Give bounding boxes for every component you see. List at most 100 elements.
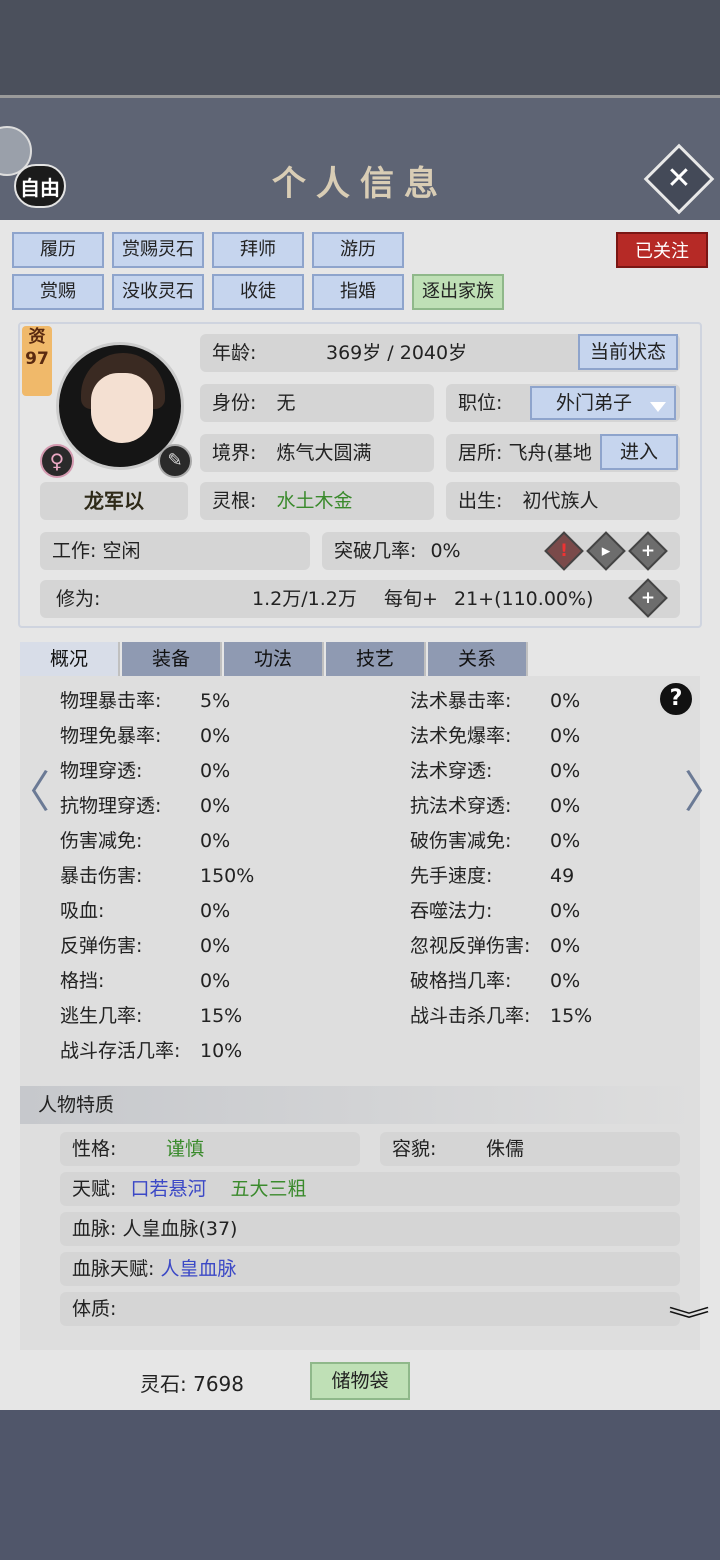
stat-label: 法术免爆率:: [410, 725, 512, 747]
reward-button[interactable]: 赏赐: [12, 274, 104, 310]
looks-label: 容貌:: [392, 1138, 437, 1160]
stat-label: 先手速度:: [410, 865, 493, 887]
breakthrough-value: 0%: [430, 540, 461, 562]
birth-value: 初代族人: [522, 490, 599, 512]
stat-label: 格挡:: [60, 970, 105, 992]
stat-value: 0%: [200, 935, 231, 957]
chevron-down-icon: [650, 402, 666, 412]
stat-value: 0%: [550, 970, 581, 992]
tab-overview[interactable]: 概况: [20, 642, 120, 676]
spirit-root-value: 水土木金: [276, 490, 353, 512]
avatar-face: [91, 373, 153, 443]
female-icon: ♀: [40, 444, 74, 478]
stat-value: 15%: [200, 1005, 243, 1027]
tab-equipment[interactable]: 装备: [122, 642, 222, 676]
stat-value: 5%: [200, 690, 231, 712]
spirit-root-row: 灵根: 水土木金: [200, 482, 434, 520]
stat-value: 0%: [200, 830, 231, 852]
stat-label: 反弹伤害:: [60, 935, 143, 957]
arrange-marriage-button[interactable]: 指婚: [312, 274, 404, 310]
personality-label: 性格:: [72, 1138, 117, 1160]
physique-label: 体质:: [72, 1298, 117, 1320]
stat-label: 法术穿透:: [410, 760, 493, 782]
stat-label: 抗物理穿透:: [60, 795, 162, 817]
travel-button[interactable]: 游历: [312, 232, 404, 268]
talent-1[interactable]: 口若悬河: [130, 1178, 206, 1200]
tab-skills[interactable]: 功法: [224, 642, 324, 676]
confiscate-stone-button[interactable]: 没收灵石: [112, 274, 204, 310]
tab-crafts[interactable]: 技艺: [326, 642, 426, 676]
bloodline-talent-value[interactable]: 人皇血脉: [160, 1258, 236, 1280]
personality-value: 谨慎: [166, 1138, 205, 1160]
traits-header: 人物特质: [20, 1086, 700, 1124]
reward-stone-button[interactable]: 赏赐灵石: [112, 232, 204, 268]
stat-value: 0%: [550, 690, 581, 712]
stat-label: 物理暴击率:: [60, 690, 162, 712]
position-value: 外门弟子: [556, 392, 633, 414]
cultivation-label: 修为:: [56, 588, 101, 610]
top-background: [0, 0, 720, 95]
prev-arrow-icon[interactable]: 〈: [6, 756, 50, 820]
position-select[interactable]: 外门弟子: [530, 386, 676, 420]
residence-value: 飞舟(基地: [508, 442, 592, 464]
stat-label: 物理穿透:: [60, 760, 143, 782]
stat-label: 破伤害减免:: [410, 830, 512, 852]
identity-value: 无: [276, 392, 296, 414]
looks-value: 侏儒: [486, 1138, 525, 1160]
enter-button[interactable]: 进入: [600, 434, 678, 470]
header: 自由 个人信息 ✕: [0, 95, 720, 220]
stat-label: 逃生几率:: [60, 1005, 143, 1027]
storage-bag-button[interactable]: 储物袋: [310, 1362, 410, 1400]
stat-value: 0%: [200, 725, 231, 747]
stat-value: 0%: [200, 760, 231, 782]
current-status-button[interactable]: 当前状态: [578, 334, 678, 370]
history-button[interactable]: 履历: [12, 232, 104, 268]
apprentice-button[interactable]: 拜师: [212, 232, 304, 268]
chevron-down-icon[interactable]: ︾: [668, 1300, 710, 1337]
stat-value: 49: [550, 865, 575, 887]
realm-label: 境界:: [212, 442, 257, 464]
physique-row: 体质:: [60, 1292, 680, 1326]
stat-value: 0%: [550, 900, 581, 922]
stat-label: 破格挡几率:: [410, 970, 512, 992]
looks-row: 容貌: 侏儒: [380, 1132, 680, 1166]
stat-value: 15%: [550, 1005, 593, 1027]
stat-value: 0%: [550, 725, 581, 747]
birth-row: 出生: 初代族人: [446, 482, 680, 520]
aptitude-label: 资: [28, 327, 46, 347]
talent-2[interactable]: 五大三粗: [231, 1178, 307, 1200]
stat-label: 忽视反弹伤害:: [410, 935, 531, 957]
per-turn-value: 21+(110.00%): [454, 588, 594, 610]
take-disciple-button[interactable]: 收徒: [212, 274, 304, 310]
tab-relations[interactable]: 关系: [428, 642, 528, 676]
work-label: 工作:: [52, 540, 97, 562]
expel-button[interactable]: 逐出家族: [412, 274, 504, 310]
bloodline-talent-label: 血脉天赋:: [72, 1258, 155, 1280]
aptitude-value: 97: [25, 349, 49, 369]
help-icon[interactable]: ?: [657, 680, 695, 718]
stat-value: 150%: [200, 865, 255, 887]
identity-label: 身份:: [212, 392, 257, 414]
work-row: 工作: 空闲: [40, 532, 310, 570]
personality-row: 性格: 谨慎: [60, 1132, 360, 1166]
cultivation-row: 修为: 1.2万/1.2万 每旬+ 21+(110.00%): [40, 580, 680, 618]
spirit-root-label: 灵根:: [212, 490, 257, 512]
stat-value: 0%: [550, 760, 581, 782]
stat-label: 吸血:: [60, 900, 105, 922]
age-value: 369岁 / 2040岁: [326, 342, 468, 364]
character-name[interactable]: 龙军以: [40, 482, 188, 520]
identity-row: 身份: 无: [200, 384, 434, 422]
stat-label: 物理免暴率:: [60, 725, 162, 747]
realm-row: 境界: 炼气大圆满: [200, 434, 434, 472]
stat-label: 战斗存活几率:: [60, 1040, 181, 1062]
stat-value: 0%: [550, 830, 581, 852]
breakthrough-label: 突破几率:: [334, 540, 417, 562]
bloodline-row: 血脉: 人皇血脉(37): [60, 1212, 680, 1246]
follow-badge[interactable]: 已关注: [616, 232, 708, 268]
stat-label: 法术暴击率:: [410, 690, 512, 712]
page-title: 个人信息: [272, 164, 448, 204]
talent-label: 天赋:: [72, 1178, 117, 1200]
brush-icon[interactable]: ✎: [158, 444, 192, 478]
spirit-stone-count: 灵石: 7698: [140, 1372, 244, 1396]
next-arrow-icon[interactable]: 〉: [684, 756, 720, 820]
